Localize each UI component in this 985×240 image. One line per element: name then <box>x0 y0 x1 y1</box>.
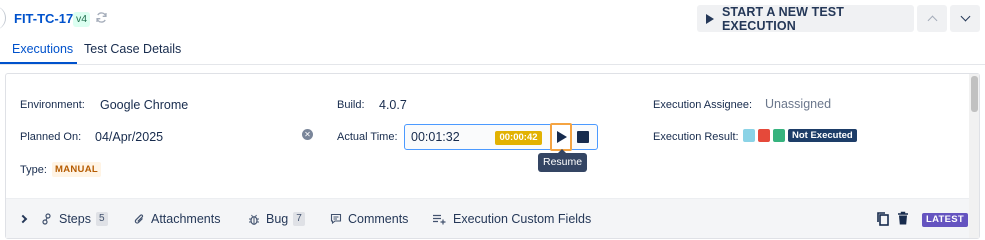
start-button-label: START A NEW TEST EXECUTION <box>722 4 844 33</box>
resume-timer-button[interactable] <box>550 123 572 151</box>
environment-label: Environment: <box>20 99 85 111</box>
tab-test-case-details[interactable]: Test Case Details <box>84 42 181 56</box>
steps-count: 5 <box>95 212 108 226</box>
stop-timer-icon[interactable] <box>577 131 589 143</box>
bug-count: 7 <box>293 212 305 226</box>
tab-bar: Executions Test Case Details <box>0 38 985 65</box>
actual-time-input[interactable]: 00:01:32 00:00:42 <box>404 123 598 151</box>
header-curve-decoration <box>0 6 6 30</box>
comments-label: Comments <box>348 212 409 226</box>
actual-time-label: Actual Time: <box>337 131 398 143</box>
chevron-right-icon[interactable] <box>18 214 28 224</box>
test-case-key-link[interactable]: FIT-TC-17 <box>14 11 73 26</box>
tab-executions[interactable]: Executions <box>12 42 73 56</box>
comments-button[interactable]: Comments <box>330 199 408 239</box>
attachments-label: Attachments <box>151 212 221 226</box>
bug-button[interactable]: Bug 7 <box>248 199 305 239</box>
latest-badge: LATEST <box>922 213 969 227</box>
play-icon <box>706 13 714 24</box>
list-add-icon <box>433 214 446 225</box>
type-badge: MANUAL <box>52 162 101 177</box>
play-icon <box>557 131 567 143</box>
trash-icon[interactable] <box>897 211 909 226</box>
result-color-fail-option[interactable] <box>758 129 770 142</box>
resume-tooltip: Resume <box>538 149 588 172</box>
start-new-test-execution-button[interactable]: START A NEW TEST EXECUTION <box>697 4 914 33</box>
execution-status-badge[interactable]: Not Executed <box>788 129 857 142</box>
chevron-down-icon <box>960 11 970 22</box>
chevron-up-icon <box>927 15 937 26</box>
scrollbar-thumb[interactable] <box>971 76 978 112</box>
collapse-up-button[interactable] <box>917 5 947 32</box>
clear-date-icon[interactable]: ✕ <box>302 129 313 140</box>
actual-time-value: 00:01:32 <box>411 130 460 144</box>
running-timer-badge: 00:00:42 <box>495 131 542 145</box>
attachments-button[interactable]: Attachments <box>134 199 220 239</box>
environment-value[interactable]: Google Chrome <box>100 98 188 112</box>
planned-on-value[interactable]: 04/Apr/2025 <box>95 130 163 144</box>
execution-assignee-label: Execution Assignee: <box>653 99 753 111</box>
result-color-pass-option[interactable] <box>743 129 755 142</box>
type-label: Type: <box>20 164 47 176</box>
steps-icon <box>42 212 51 225</box>
execution-toolbar: Steps 5 Attachments Bug 7 Comments Execu… <box>6 198 969 238</box>
execution-assignee-value[interactable]: Unassigned <box>765 97 831 111</box>
header: FIT-TC-17 v4 START A NEW TEST EXECUTION <box>0 0 985 40</box>
result-color-blocked-option[interactable] <box>773 129 785 142</box>
execution-result-label: Execution Result: <box>653 131 739 143</box>
build-label: Build: <box>337 99 365 111</box>
comment-icon <box>330 213 342 225</box>
copy-icon[interactable] <box>876 211 890 227</box>
planned-on-label: Planned On: <box>20 131 82 143</box>
version-badge: v4 <box>73 12 91 27</box>
execution-custom-fields-button[interactable]: Execution Custom Fields <box>432 199 591 239</box>
tabs-divider <box>0 64 985 65</box>
bug-icon <box>249 214 259 225</box>
bug-label: Bug <box>266 212 289 226</box>
refresh-icon[interactable] <box>95 11 108 24</box>
custom-fields-label: Execution Custom Fields <box>453 212 592 226</box>
build-value[interactable]: 4.0.7 <box>379 98 407 112</box>
steps-label: Steps <box>59 212 91 226</box>
paperclip-icon <box>134 213 144 224</box>
steps-button[interactable]: Steps 5 <box>41 199 108 239</box>
more-options-button[interactable] <box>950 5 980 32</box>
